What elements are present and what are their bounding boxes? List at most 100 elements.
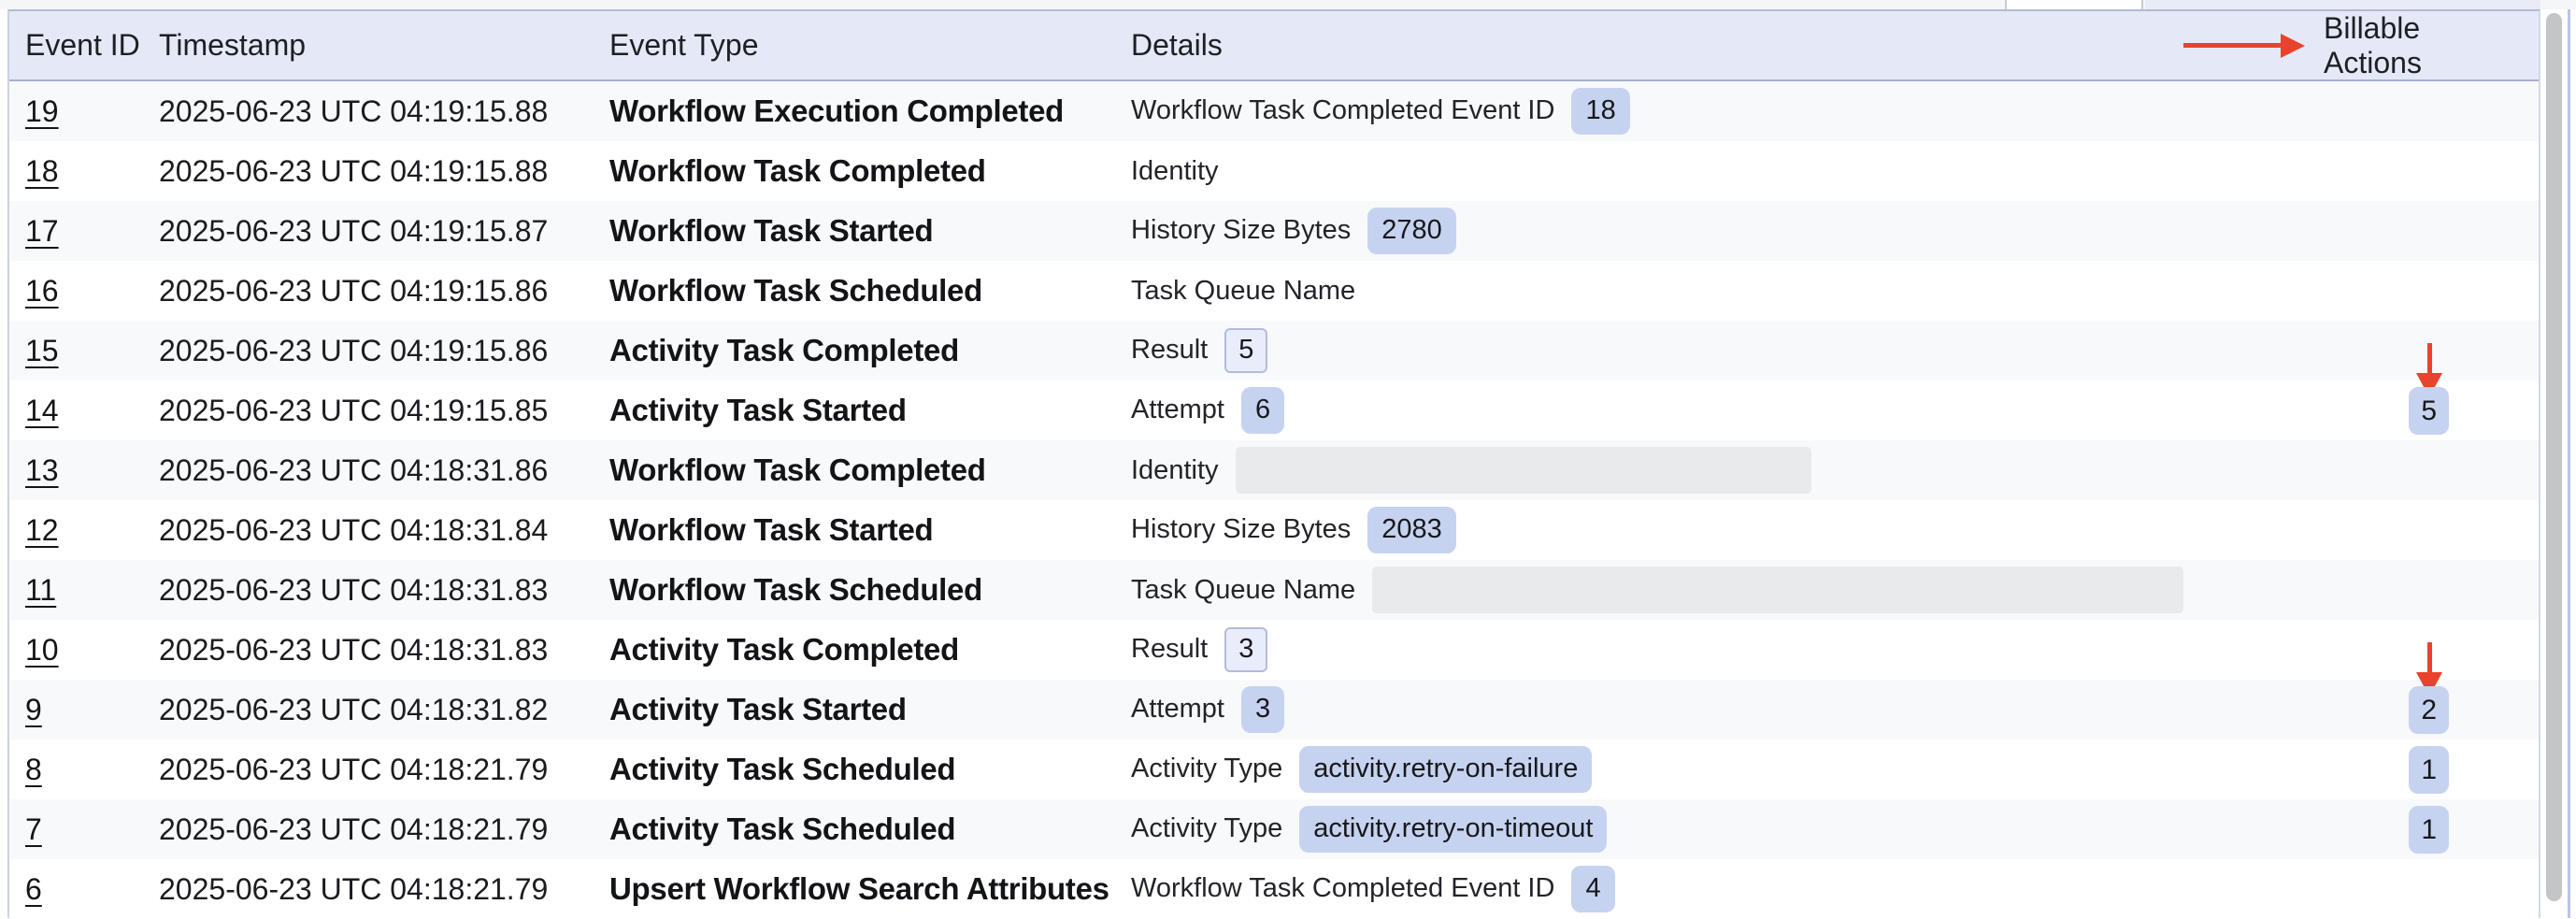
- table-row[interactable]: 12 2025-06-23 UTC 04:18:31.84 Workflow T…: [9, 500, 2539, 560]
- event-id-link[interactable]: 18: [25, 154, 59, 188]
- timestamp-text: 2025-06-23 UTC 04:19:15.88: [159, 154, 548, 188]
- table-row[interactable]: 18 2025-06-23 UTC 04:19:15.88 Workflow T…: [9, 141, 2539, 201]
- billable-count-badge: 1: [2409, 806, 2449, 854]
- detail-value-badge: 18: [1571, 88, 1629, 135]
- detail-label: History Size Bytes: [1131, 215, 1351, 246]
- event-details-cell: History Size Bytes 2083: [1131, 507, 2183, 553]
- event-type-text: Activity Task Scheduled: [609, 811, 955, 846]
- event-details-cell: Task Queue Name: [1131, 567, 2183, 613]
- column-header-details: Details: [1131, 28, 2183, 63]
- event-details-cell: Activity Type activity.retry-on-timeout: [1131, 806, 2183, 853]
- event-id-link[interactable]: 6: [25, 872, 42, 906]
- vertical-scrollbar-thumb[interactable]: [2546, 13, 2562, 901]
- detail-label: Task Queue Name: [1131, 276, 1355, 307]
- event-id-link[interactable]: 13: [25, 453, 59, 487]
- timestamp-text: 2025-06-23 UTC 04:19:15.86: [159, 274, 548, 308]
- event-id-link[interactable]: 17: [25, 214, 59, 248]
- timestamp-text: 2025-06-23 UTC 04:19:15.86: [159, 334, 548, 367]
- detail-label: Activity Type: [1131, 754, 1282, 784]
- detail-value-badge: 2083: [1367, 507, 1456, 553]
- detail-value-badge: 3: [1224, 627, 1267, 672]
- event-id-link[interactable]: 9: [25, 693, 42, 726]
- detail-value-badge: activity.retry-on-failure: [1299, 746, 1592, 793]
- event-id-link[interactable]: 15: [25, 334, 59, 367]
- event-id-link[interactable]: 16: [25, 274, 59, 308]
- table-row[interactable]: 9 2025-06-23 UTC 04:18:31.82 Activity Ta…: [9, 680, 2539, 740]
- redacted-value-box: [1372, 567, 2183, 613]
- table-row[interactable]: 8 2025-06-23 UTC 04:18:21.79 Activity Ta…: [9, 740, 2539, 799]
- table-row[interactable]: 13 2025-06-23 UTC 04:18:31.86 Workflow T…: [9, 440, 2539, 500]
- event-details-cell: Workflow Task Completed Event ID 18: [1131, 88, 2183, 135]
- billable-actions-cell: 2: [2183, 686, 2539, 734]
- table-row[interactable]: 11 2025-06-23 UTC 04:18:31.83 Workflow T…: [9, 560, 2539, 620]
- table-row[interactable]: 15 2025-06-23 UTC 04:19:15.86 Activity T…: [9, 321, 2539, 381]
- event-type-text: Workflow Execution Completed: [609, 93, 1064, 128]
- event-id-link[interactable]: 10: [25, 633, 59, 667]
- detail-label: Result: [1131, 335, 1208, 366]
- event-details-cell: Attempt 3: [1131, 686, 2183, 733]
- detail-value-badge: 3: [1241, 686, 1284, 733]
- event-details-cell: History Size Bytes 2780: [1131, 208, 2183, 254]
- table-row[interactable]: 6 2025-06-23 UTC 04:18:21.79 Upsert Work…: [9, 859, 2539, 919]
- event-type-text: Workflow Task Scheduled: [609, 273, 982, 308]
- event-id-link[interactable]: 12: [25, 513, 59, 547]
- timestamp-text: 2025-06-23 UTC 04:18:31.83: [159, 573, 548, 607]
- right-panel-edge: [2568, 9, 2570, 918]
- event-id-link[interactable]: 19: [25, 94, 59, 128]
- detail-label: Workflow Task Completed Event ID: [1131, 873, 1554, 904]
- billable-actions-cell: 1: [2183, 806, 2539, 854]
- detail-value-badge: 6: [1241, 387, 1284, 434]
- table-row[interactable]: 19 2025-06-23 UTC 04:19:15.88 Workflow E…: [9, 81, 2539, 141]
- event-details-cell: Activity Type activity.retry-on-failure: [1131, 746, 2183, 793]
- event-id-link[interactable]: 14: [25, 394, 59, 427]
- event-details-cell: Attempt 6: [1131, 387, 2183, 434]
- top-edge-strip: [0, 0, 2576, 9]
- timestamp-text: 2025-06-23 UTC 04:18:31.84: [159, 513, 548, 547]
- event-details-cell: Result 5: [1131, 328, 2183, 373]
- partial-control-fill: [2145, 0, 2540, 9]
- event-type-text: Activity Task Started: [609, 393, 907, 427]
- redacted-value-box: [1236, 447, 1811, 494]
- timestamp-text: 2025-06-23 UTC 04:18:31.83: [159, 633, 548, 667]
- event-id-link[interactable]: 11: [25, 573, 56, 607]
- table-row[interactable]: 7 2025-06-23 UTC 04:18:21.79 Activity Ta…: [9, 799, 2539, 859]
- column-header-timestamp: Timestamp: [159, 28, 609, 63]
- timestamp-text: 2025-06-23 UTC 04:19:15.85: [159, 394, 548, 427]
- partial-control-top-edge[interactable]: [2005, 0, 2143, 9]
- detail-value-badge: activity.retry-on-timeout: [1299, 806, 1607, 853]
- detail-value-badge: 4: [1571, 866, 1614, 912]
- event-details-cell: Identity: [1131, 447, 2183, 494]
- timestamp-text: 2025-06-23 UTC 04:18:21.79: [159, 812, 548, 846]
- detail-value-badge: 2780: [1367, 208, 1456, 254]
- event-id-link[interactable]: 8: [25, 753, 42, 786]
- table-row[interactable]: 17 2025-06-23 UTC 04:19:15.87 Workflow T…: [9, 201, 2539, 261]
- detail-label: Attempt: [1131, 694, 1224, 725]
- table-row[interactable]: 14 2025-06-23 UTC 04:19:15.85 Activity T…: [9, 381, 2539, 440]
- event-type-text: Activity Task Scheduled: [609, 752, 955, 786]
- detail-label: Activity Type: [1131, 813, 1282, 844]
- detail-label: Task Queue Name: [1131, 575, 1355, 606]
- table-row[interactable]: 10 2025-06-23 UTC 04:18:31.83 Activity T…: [9, 620, 2539, 680]
- detail-label: Attempt: [1131, 395, 1224, 425]
- event-type-text: Workflow Task Completed: [609, 452, 986, 487]
- detail-label: Workflow Task Completed Event ID: [1131, 95, 1554, 126]
- event-type-text: Activity Task Completed: [609, 333, 959, 367]
- event-type-text: Workflow Task Scheduled: [609, 572, 982, 607]
- billable-actions-cell: 1: [2183, 746, 2539, 794]
- event-details-cell: Task Queue Name: [1131, 276, 2183, 307]
- timestamp-text: 2025-06-23 UTC 04:19:15.88: [159, 94, 548, 128]
- event-type-text: Workflow Task Started: [609, 512, 933, 547]
- timestamp-text: 2025-06-23 UTC 04:18:31.86: [159, 453, 548, 487]
- table-row[interactable]: 16 2025-06-23 UTC 04:19:15.86 Workflow T…: [9, 261, 2539, 321]
- event-details-cell: Workflow Task Completed Event ID 4: [1131, 866, 2183, 912]
- detail-label: Identity: [1131, 156, 1219, 187]
- timestamp-text: 2025-06-23 UTC 04:18:31.82: [159, 693, 548, 726]
- detail-label: Identity: [1131, 455, 1219, 486]
- event-history-table: Event ID Timestamp Event Type Details Bi…: [7, 9, 2540, 918]
- timestamp-text: 2025-06-23 UTC 04:18:21.79: [159, 753, 548, 786]
- event-id-link[interactable]: 7: [25, 812, 42, 846]
- event-type-text: Activity Task Started: [609, 692, 907, 726]
- event-type-text: Upsert Workflow Search Attributes: [609, 871, 1109, 906]
- column-header-billable-actions: Billable Actions: [2183, 11, 2539, 80]
- event-details-cell: Result 3: [1131, 627, 2183, 672]
